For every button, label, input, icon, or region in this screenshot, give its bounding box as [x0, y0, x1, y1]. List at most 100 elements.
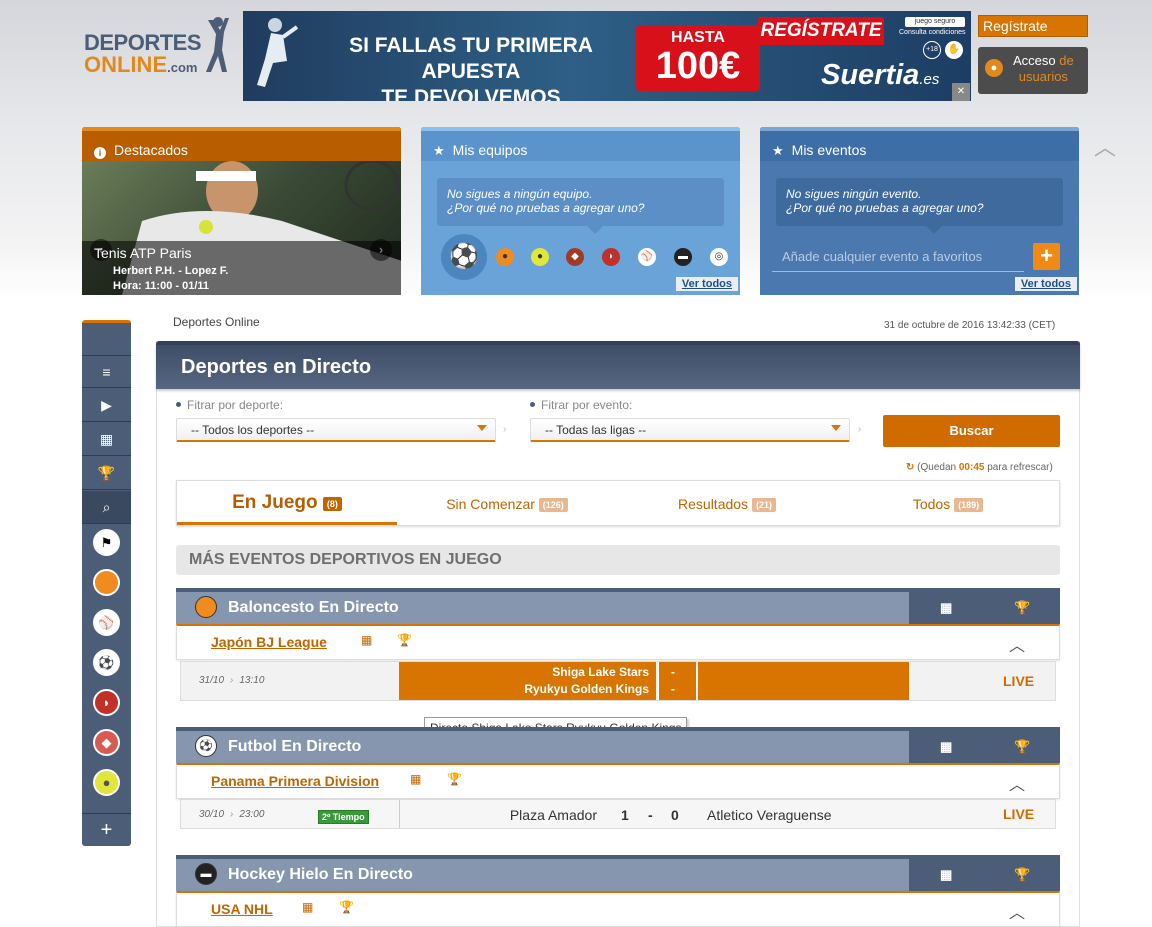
logo-suffix: .com: [167, 60, 198, 75]
featured-title: Tenis ATP Paris: [94, 245, 192, 261]
tab-count: (189): [954, 498, 984, 512]
rugby-icon[interactable]: ◆: [93, 729, 120, 756]
search-button[interactable]: Buscar: [883, 415, 1060, 447]
football-icon[interactable]: ⚽: [93, 649, 120, 676]
baseball-icon[interactable]: ⚾: [93, 609, 120, 636]
equipos-msg-2: ¿Por qué no pruebas a agregar uno?: [447, 201, 645, 215]
section-title: Futbol En Directo: [228, 738, 362, 755]
banner-register-button[interactable]: REGÍSTRATE: [758, 17, 884, 45]
tab-count: (21): [751, 498, 776, 512]
calendar-icon[interactable]: ▦: [940, 859, 952, 891]
access-label-de: de: [1059, 53, 1074, 68]
football-icon[interactable]: ⚽: [441, 234, 487, 280]
featured-caption[interactable]: Tenis ATP Paris Herbert P.H. - Lopez F. …: [82, 241, 401, 295]
ad-banner[interactable]: SI FALLAS TU PRIMERA APUESTA TE DEVOLVEM…: [243, 11, 971, 101]
featured-image[interactable]: ‹ › Tenis ATP Paris Herbert P.H. - Lopez…: [82, 159, 401, 295]
mis-equipos-panel: ★ Mis equipos No sigues a ningún equipo. …: [421, 127, 740, 295]
refresh-suffix: para refrescar): [987, 462, 1053, 473]
calendar-icon[interactable]: ▦: [940, 592, 952, 624]
destacados-panel: i Destacados ‹ › Tenis ATP Paris Herbert …: [82, 127, 401, 295]
trophy-icon[interactable]: 🏆: [1014, 592, 1030, 624]
access-label-2: usuarios: [1018, 69, 1068, 84]
featured-players: Herbert P.H. - Lopez F.: [113, 265, 229, 277]
site-logo[interactable]: DEPORTES ONLINE.com: [84, 17, 229, 82]
equipos-msg-1: No sigues a ningún equipo.: [447, 187, 593, 201]
play-icon[interactable]: ▶: [82, 389, 131, 422]
chevron-up-icon[interactable]: ︿: [1009, 632, 1025, 656]
section-title: Hockey Hielo En Directo: [228, 866, 413, 883]
trophy-icon[interactable]: 🏆: [82, 457, 131, 490]
calendar-icon[interactable]: ▦: [361, 633, 372, 647]
trophy-icon[interactable]: 🏆: [447, 772, 462, 786]
tab-todos[interactable]: Todos (189): [837, 481, 1059, 525]
arrow-icon: ›: [230, 675, 234, 686]
equipos-ver-todos-link[interactable]: Ver todos: [675, 277, 738, 291]
rugby-icon[interactable]: ◆: [566, 248, 584, 266]
trophy-icon[interactable]: 🏆: [1014, 859, 1030, 891]
more-sports-icon[interactable]: +: [82, 813, 131, 846]
collapse-chevron-icon[interactable]: ︿: [1094, 130, 1116, 162]
calendar-icon[interactable]: ▦: [940, 731, 952, 763]
football-helmet-icon[interactable]: ◗: [93, 689, 120, 716]
tennis-player-icon: [257, 18, 299, 87]
menu-list-icon[interactable]: ≡: [82, 355, 131, 388]
away-team: Atletico Veraguense: [707, 807, 832, 823]
away-team: Ryukyu Golden Kings: [524, 682, 649, 696]
tennis-icon[interactable]: ●: [531, 248, 549, 266]
destacados-title: Destacados: [114, 142, 188, 158]
calendar-icon[interactable]: ▦: [302, 900, 313, 914]
trophy-icon[interactable]: 🏆: [1014, 731, 1030, 763]
sport-selector: ⚽ ● ● ◆ ◗ ⚾ ▬ ◎: [441, 234, 731, 280]
match-date: 30/10: [199, 809, 225, 820]
trophy-icon[interactable]: 🏆: [339, 900, 354, 914]
dropdown-caret-icon: [831, 425, 841, 431]
tab-count: (126): [538, 498, 568, 512]
calendar-icon[interactable]: ▦: [82, 423, 131, 456]
calendar-icon[interactable]: ▦: [410, 772, 421, 786]
match-row[interactable]: 30/10 › 23:00 2º Tiempo Plaza Amador 1 - 0…: [180, 799, 1056, 829]
chevron-up-icon[interactable]: ︿: [1009, 771, 1025, 795]
sport-filter-label: Fitrar por deporte:: [176, 398, 283, 412]
home-score: 1: [621, 807, 629, 823]
eventos-ver-todos-link[interactable]: Ver todos: [1014, 277, 1077, 291]
search-icon[interactable]: ⌕: [82, 491, 131, 524]
league-name[interactable]: Panama Primera Division: [211, 773, 379, 789]
breadcrumb[interactable]: Deportes Online: [173, 315, 260, 329]
sport-filter-select[interactable]: -- Todos los deportes --: [176, 418, 496, 442]
event-filter-value: -- Todas las ligas --: [545, 423, 647, 437]
add-event-button[interactable]: +: [1033, 243, 1060, 270]
league-name[interactable]: USA NHL: [211, 901, 273, 917]
basketball-icon[interactable]: [93, 569, 120, 596]
user-icon: ●: [985, 59, 1003, 77]
event-filter-select[interactable]: -- Todas las ligas --: [530, 418, 850, 442]
user-access-button[interactable]: ● Acceso de usuarios: [978, 47, 1088, 94]
league-row[interactable]: Japón BJ League ▦ 🏆 ︿: [176, 624, 1060, 660]
league-row[interactable]: USA NHL ▦ 🏆 ︿: [176, 891, 1060, 927]
league-name[interactable]: Japón BJ League: [211, 634, 327, 650]
hockey-puck-icon[interactable]: ▬: [674, 248, 692, 266]
baseball-icon[interactable]: ⚾: [638, 248, 656, 266]
match-row[interactable]: 31/10 › 13:10 Shiga Lake Stars Ryukyu Gold…: [180, 661, 1056, 701]
age-18-icon: +18: [923, 41, 941, 59]
home-team: Plaza Amador: [509, 807, 597, 823]
star-icon: ★: [433, 143, 445, 158]
banner-bonus: HASTA 100€: [636, 25, 760, 91]
refresh-prefix: (Quedan: [917, 462, 957, 473]
league-row[interactable]: Panama Primera Division ▦ 🏆 ︿: [176, 763, 1060, 799]
football-helmet-icon[interactable]: ◗: [602, 248, 620, 266]
tennis-icon[interactable]: ●: [93, 769, 120, 796]
add-event-input[interactable]: Añade cualquier evento a favoritos: [772, 242, 1024, 272]
banner-close-icon[interactable]: ✕: [952, 83, 970, 101]
basketball-icon[interactable]: ●: [496, 248, 514, 266]
volleyball-icon[interactable]: ◎: [710, 248, 728, 266]
trophy-icon[interactable]: 🏆: [397, 633, 412, 647]
tab-en-juego[interactable]: En Juego (8): [177, 481, 397, 525]
period-badge: 2º Tiempo: [318, 810, 369, 824]
chevron-up-icon[interactable]: ︿: [1009, 899, 1025, 923]
refresh-time: 00:45: [958, 462, 985, 473]
tab-sin-comenzar[interactable]: Sin Comenzar (126): [397, 481, 617, 525]
racing-flag-icon[interactable]: ⚑: [93, 529, 120, 556]
register-button[interactable]: Regístrate: [978, 15, 1088, 37]
tab-label: Todos: [912, 496, 951, 512]
tab-resultados[interactable]: Resultados (21): [617, 481, 837, 525]
